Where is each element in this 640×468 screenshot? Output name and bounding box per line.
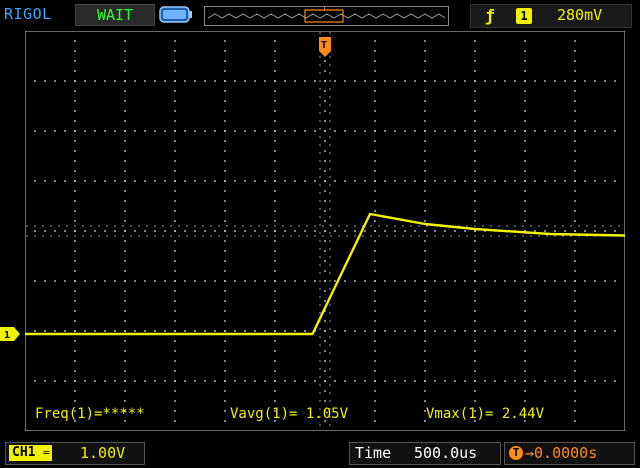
trigger-offset-icon: T: [509, 446, 523, 460]
channel1-ground-marker[interactable]: 1: [0, 327, 20, 341]
channel1-settings[interactable]: CH1 ═ 1.00V: [5, 442, 145, 465]
trigger-settings[interactable]: ƒ 1 280mV: [470, 4, 632, 28]
memory-timeline[interactable]: T: [204, 4, 449, 26]
measurement-vavg: Vavg(1)= 1.05V: [230, 406, 349, 422]
run-status: WAIT: [75, 4, 155, 26]
trigger-offset-settings[interactable]: T →0.0000s: [504, 442, 635, 465]
trigger-marker-label: T: [321, 40, 327, 51]
timebase-settings[interactable]: Time 500.0us: [349, 442, 501, 465]
channel1-marker-label: 1: [4, 330, 10, 341]
trigger-offset-value: →0.0000s: [525, 444, 598, 462]
svg-text:T: T: [322, 7, 327, 13]
memory-waveform-preview: T: [207, 4, 446, 23]
trigger-level: 280mV: [557, 6, 603, 24]
measurement-frequency: Freq(1)=*****: [35, 406, 145, 422]
top-status-bar: RIGOL WAIT T ƒ 1 280mV: [0, 0, 640, 30]
channel1-tag: CH1 ═: [9, 445, 53, 461]
battery-icon: [159, 6, 192, 23]
dc-coupling-icon: ═: [43, 448, 50, 459]
trigger-source-badge: 1: [516, 8, 532, 24]
timebase-label: Time: [355, 444, 392, 462]
rising-edge-icon: ƒ: [485, 6, 495, 25]
waveform-display[interactable]: T: [25, 31, 625, 431]
brand-logo: RIGOL: [4, 5, 52, 23]
channel1-scale: 1.00V: [80, 444, 126, 462]
measurement-vmax: Vmax(1)= 2.44V: [426, 406, 545, 422]
timebase-value: 500.0us: [414, 444, 478, 462]
